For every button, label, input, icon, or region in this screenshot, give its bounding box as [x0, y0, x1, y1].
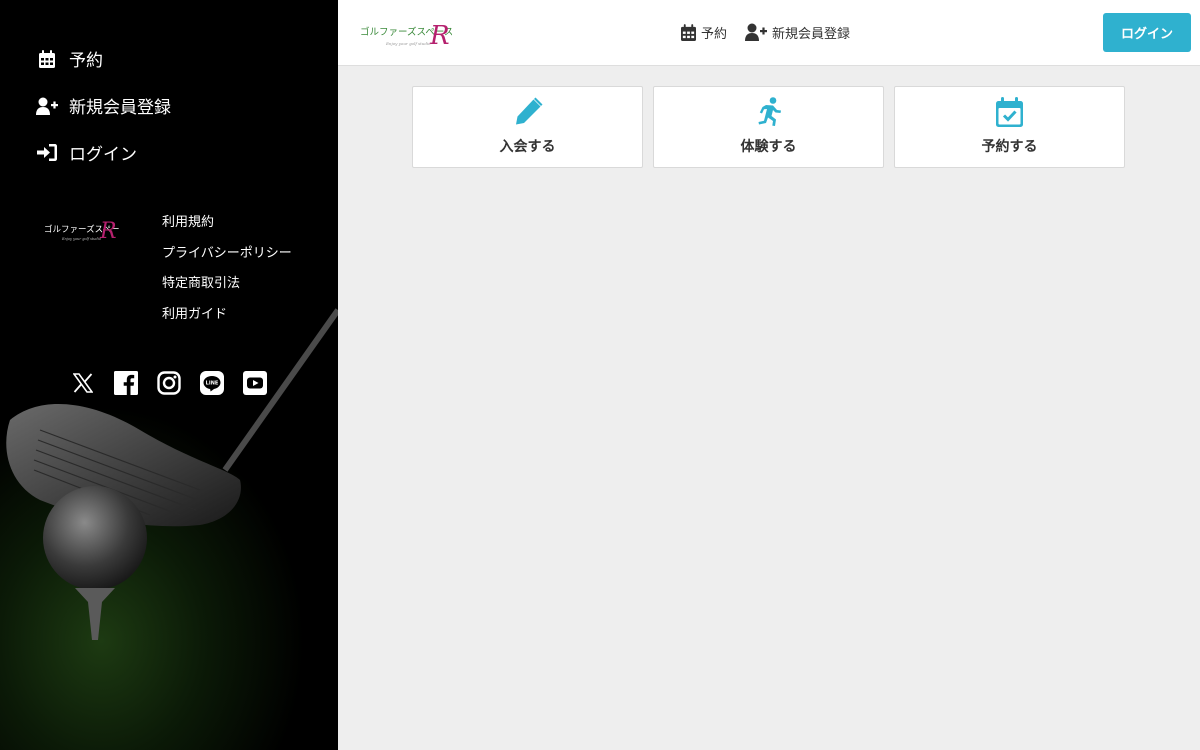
- sidebar-item-reservation[interactable]: 予約: [36, 44, 171, 73]
- calendar-check-icon: [996, 96, 1023, 128]
- login-button[interactable]: ログイン: [1103, 13, 1191, 52]
- svg-text:LINE: LINE: [206, 381, 219, 387]
- user-plus-icon: [745, 23, 768, 41]
- reserve-card[interactable]: 予約する: [894, 86, 1125, 168]
- sidebar-item-label: ログイン: [69, 145, 137, 165]
- sidebar-item-label: 予約: [69, 51, 103, 71]
- action-cards: 入会する 体験する 予約する: [412, 86, 1135, 168]
- user-plus-icon: [36, 96, 58, 116]
- logo-mark: R: [429, 21, 450, 48]
- social-links: LINE: [70, 370, 285, 396]
- logo-tagline: Enjoy your golf studio: [61, 237, 101, 241]
- trial-card[interactable]: 体験する: [653, 86, 884, 168]
- card-label: 入会する: [499, 139, 556, 155]
- youtube-icon[interactable]: [242, 370, 268, 396]
- x-icon[interactable]: [70, 370, 96, 396]
- commercial-law-link[interactable]: 特定商取引法: [162, 273, 292, 295]
- join-card[interactable]: 入会する: [412, 86, 643, 168]
- line-icon[interactable]: LINE: [199, 370, 225, 396]
- sidebar: 予約 新規会員登録 ログイン ゴルファーズスペース R Enjoy your g…: [0, 0, 338, 750]
- sidebar-nav: 予約 新規会員登録 ログイン: [36, 44, 171, 185]
- sidebar-logo[interactable]: ゴルファーズスペース R Enjoy your golf studio: [44, 218, 128, 244]
- header-nav-label: 新規会員登録: [772, 26, 851, 42]
- header-nav-new-member[interactable]: 新規会員登録: [745, 21, 850, 43]
- sidebar-item-login[interactable]: ログイン: [36, 138, 171, 167]
- header-nav-label: 予約: [701, 26, 728, 42]
- header-nav: 予約 新規会員登録: [681, 21, 868, 43]
- calendar-icon: [36, 49, 58, 69]
- sign-in-icon: [36, 143, 58, 163]
- privacy-policy-link[interactable]: プライバシーポリシー: [162, 243, 292, 265]
- card-label: 予約する: [981, 139, 1038, 155]
- sidebar-item-new-member[interactable]: 新規会員登録: [36, 91, 171, 120]
- top-header: ゴルファーズスペース R Enjoy your golf studio 予約 新…: [338, 0, 1200, 66]
- header-logo[interactable]: ゴルファーズスペース R Enjoy your golf studio: [360, 20, 453, 51]
- running-person-icon: [756, 96, 782, 128]
- terms-link[interactable]: 利用規約: [162, 212, 292, 234]
- instagram-icon[interactable]: [156, 370, 182, 396]
- logo-mark: R: [99, 219, 117, 242]
- card-label: 体験する: [740, 139, 797, 155]
- sidebar-footer-links: 利用規約 プライバシーポリシー 特定商取引法 利用ガイド: [162, 212, 292, 334]
- facebook-icon[interactable]: [113, 370, 139, 396]
- calendar-icon: [681, 23, 696, 41]
- header-nav-reservation[interactable]: 予約: [681, 21, 727, 43]
- pencil-icon: [513, 96, 543, 128]
- usage-guide-link[interactable]: 利用ガイド: [162, 304, 292, 326]
- logo-tagline: Enjoy your golf studio: [385, 41, 431, 46]
- sidebar-item-label: 新規会員登録: [69, 98, 171, 118]
